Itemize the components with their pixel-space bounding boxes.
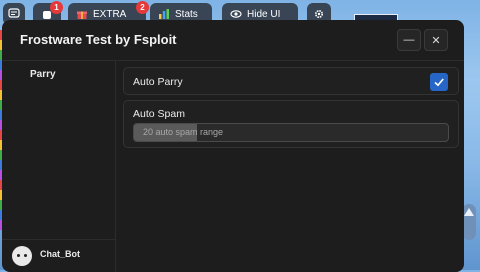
eye-icon — [230, 10, 242, 18]
auto-parry-label: Auto Parry — [133, 76, 183, 88]
minimize-icon: — — [403, 34, 415, 46]
avatar — [12, 246, 32, 266]
user-panel: Chat_Bot — [2, 239, 115, 272]
auto-spam-range-slider[interactable]: 20 auto spam range — [133, 123, 449, 142]
checkmark-icon — [434, 78, 444, 87]
username: Chat_Bot — [40, 249, 80, 259]
close-button[interactable]: ✕ — [424, 29, 448, 51]
bar-chart-icon — [159, 9, 169, 19]
hide-ui-label: Hide UI — [247, 8, 281, 20]
game-jump-arrow-icon[interactable] — [462, 204, 476, 240]
gift-icon — [77, 11, 87, 19]
gear-icon — [314, 9, 324, 19]
auto-parry-toggle[interactable]: Auto Parry — [123, 67, 459, 95]
sidebar-item-parry[interactable]: Parry — [30, 69, 56, 80]
close-icon: ✕ — [431, 34, 441, 47]
main-content: Auto Parry Auto Spam 20 auto spam range — [123, 67, 459, 148]
auto-parry-checkbox[interactable] — [430, 73, 448, 91]
window-title: Frostware Test by Fsploit — [20, 32, 177, 47]
notification-badge: 1 — [50, 1, 63, 14]
stats-label: Stats — [175, 8, 198, 20]
auto-spam-label: Auto Spam — [133, 108, 185, 120]
frostware-window: Frostware Test by Fsploit — ✕ Parry Chat… — [2, 20, 464, 272]
chat-icon — [8, 8, 20, 18]
minimize-button[interactable]: — — [397, 29, 421, 51]
sidebar: Parry Chat_Bot — [2, 61, 116, 272]
window-titlebar[interactable]: Frostware Test by Fsploit — ✕ — [2, 20, 464, 61]
extra-label: EXTRA — [93, 8, 127, 20]
slider-value-text: 20 auto spam range — [143, 127, 224, 137]
notification-badge: 2 — [136, 1, 149, 14]
auto-spam-card: Auto Spam 20 auto spam range — [123, 100, 459, 148]
